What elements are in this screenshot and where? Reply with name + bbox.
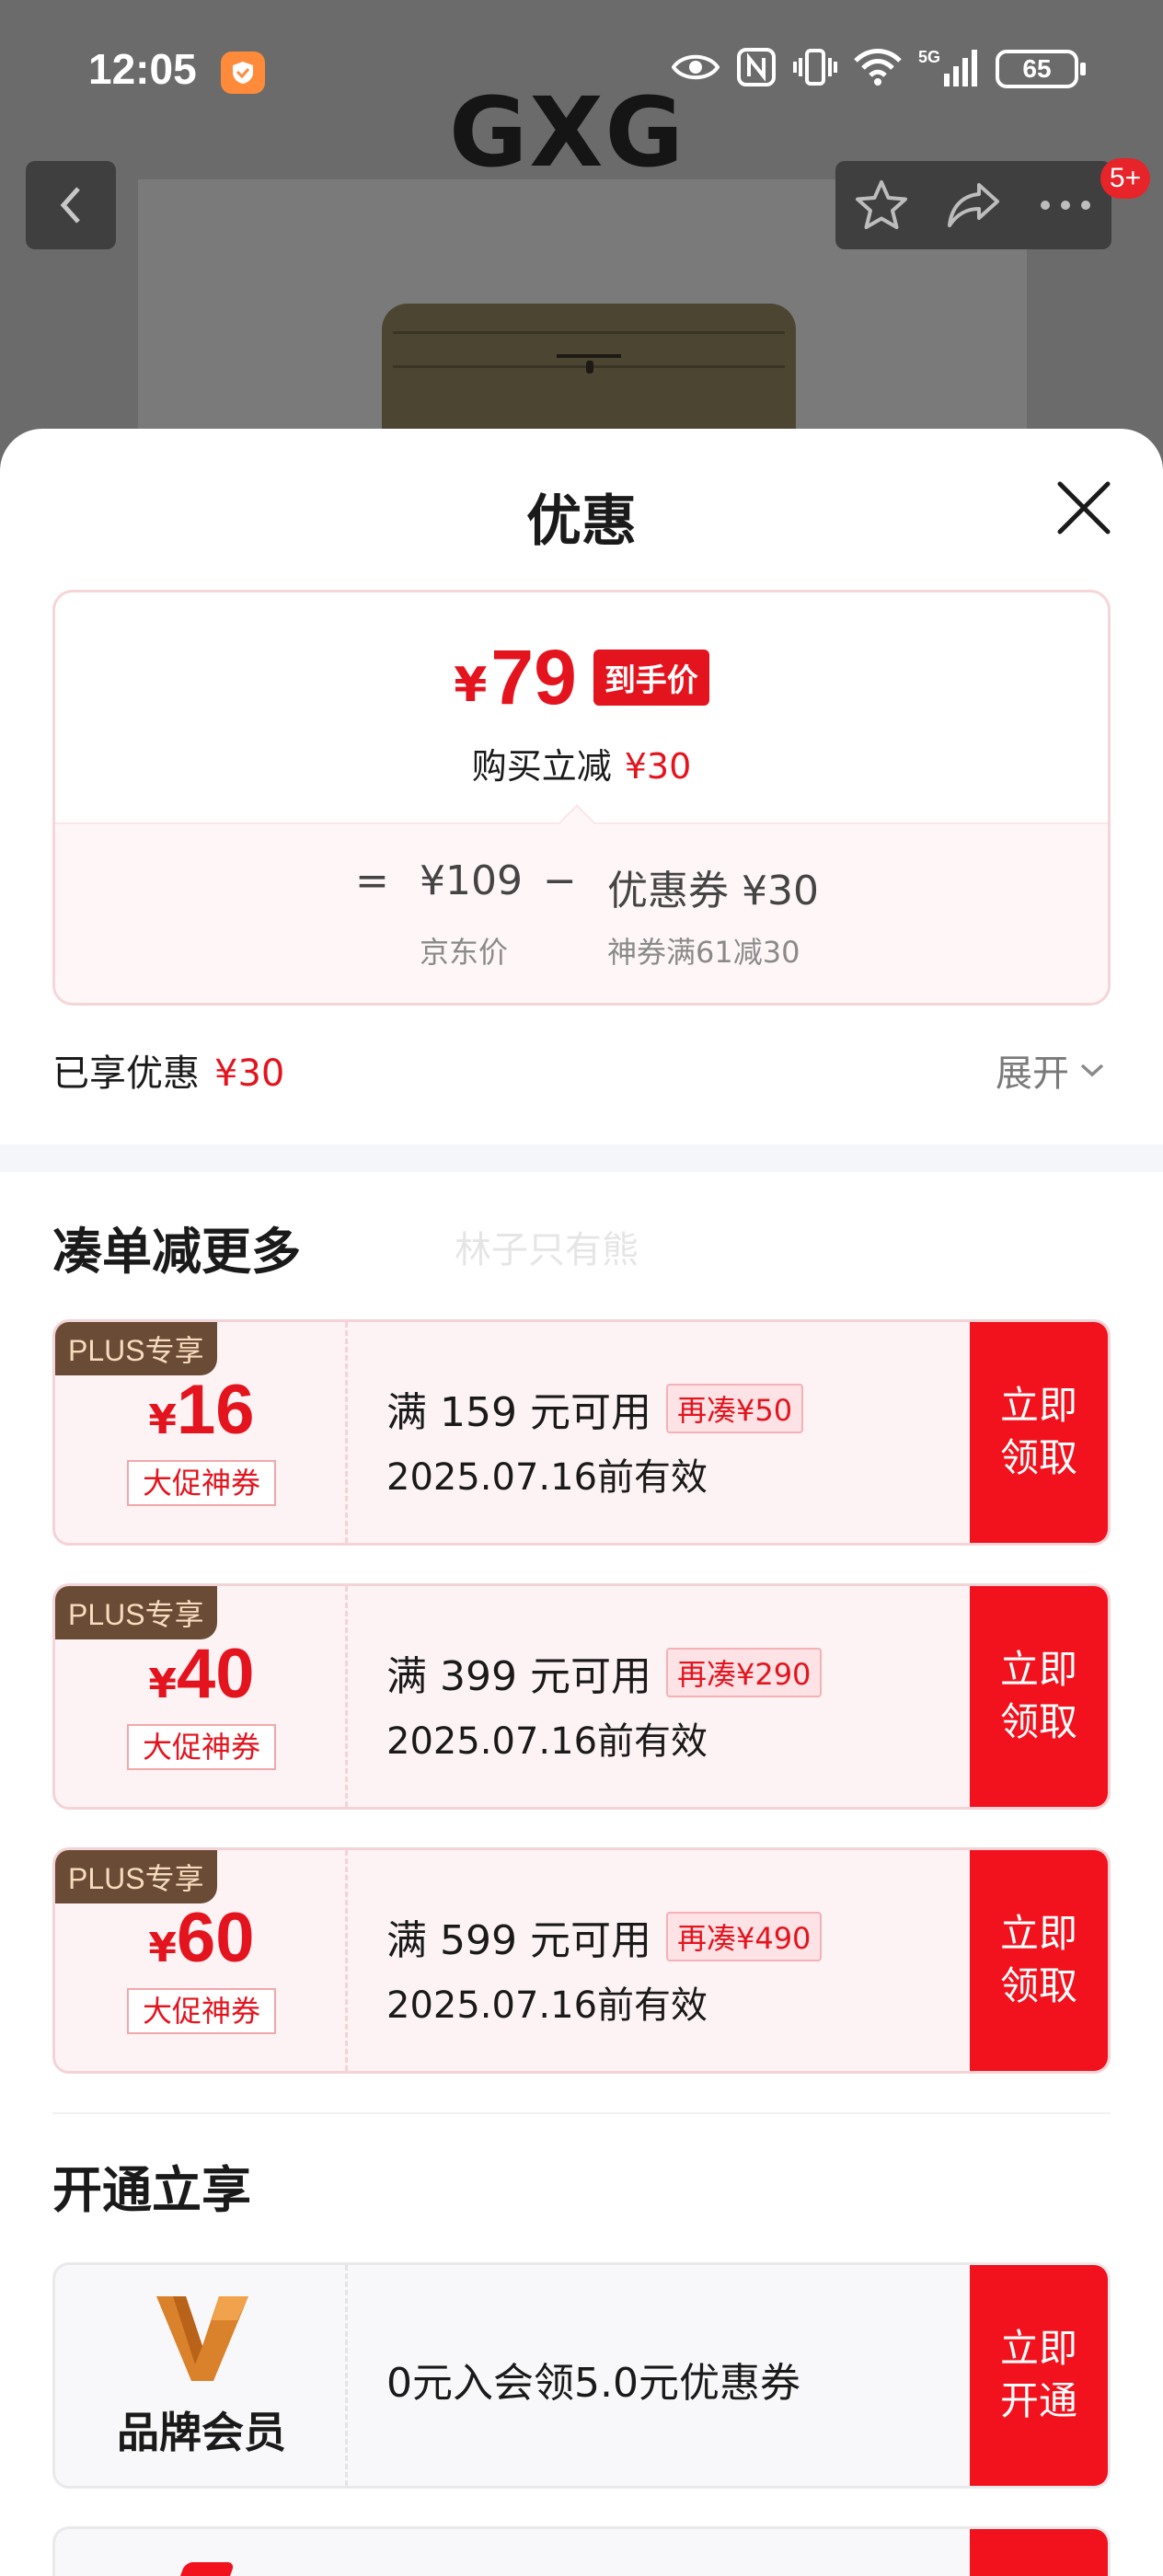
more-button[interactable] (1024, 161, 1107, 249)
final-price: 79 (490, 634, 577, 720)
coupon-type-label: 大促神券 (127, 1724, 276, 1770)
coupon-validity: 2025.07.16前有效 (386, 1720, 708, 1763)
back-button[interactable] (26, 161, 116, 249)
coupon-discount: 优惠券 ¥30 (607, 868, 819, 914)
more-section-title: 凑单减更多 (52, 1223, 301, 1281)
expand-toggle[interactable]: 展开 (996, 1043, 1106, 1097)
coupon-condition: 满 599 元可用 再凑¥490 (386, 1907, 823, 1966)
discount-sheet: 优惠 ¥ 79 到手价 购买立减 ¥30 = ¥109 − 优惠券 ¥30 京东价 (0, 429, 1163, 2576)
share-icon (948, 183, 999, 227)
next-benefit-card (52, 2526, 1111, 2576)
coupon-condition-text: 满 159 元可用 (386, 1389, 651, 1436)
jd-price: ¥109 (420, 857, 523, 904)
next-card-icon (175, 2562, 236, 2576)
coupon-condition-text: 满 399 元可用 (386, 1653, 651, 1700)
battery-icon: 65 (996, 50, 1086, 88)
coupon-condition: 满 399 元可用 再凑¥290 (386, 1643, 823, 1702)
chevron-left-icon (60, 187, 80, 224)
status-icons: 5G 65 (671, 46, 1086, 92)
status-bar: 12:05 5G 65 (0, 0, 1163, 147)
equals-sign: = (355, 857, 389, 904)
star-icon (856, 180, 907, 229)
signal-icon: 5G (918, 46, 979, 92)
coupon-amount-area: PLUS专享 ¥16 大促神券 (55, 1322, 348, 1543)
enjoyed-discount-label: 已享优惠 (52, 1052, 200, 1095)
price-formula-area: = ¥109 − 优惠券 ¥30 京东价 神券满61减30 (55, 822, 1108, 1003)
plus-exclusive-tag: PLUS专享 (55, 1586, 217, 1639)
product-page-background: GXG 12:05 5G 65 5+ (0, 0, 1163, 478)
svg-text:5G: 5G (918, 48, 940, 66)
sheet-title: 优惠 (526, 489, 637, 554)
enjoyed-discount-value: ¥30 (214, 1052, 285, 1095)
coupon-amount-area: PLUS专享 ¥40 大促神券 (55, 1586, 348, 1807)
coupon-condition-label: 神券满61减30 (607, 935, 800, 970)
coupon-amount: ¥60 (148, 1899, 255, 1977)
coupon-amount: ¥16 (148, 1371, 255, 1449)
close-button[interactable] (1049, 473, 1119, 543)
coupon-card: PLUS专享 ¥60 大促神券 满 599 元可用 再凑¥490 2025.07… (52, 1847, 1111, 2074)
next-card-button[interactable] (970, 2529, 1108, 2576)
coupon-amount-area: PLUS专享 ¥60 大促神券 (55, 1850, 348, 2071)
coupon-type-label: 大促神券 (127, 1460, 276, 1506)
brand-member-card: 品牌会员 0元入会领5.0元优惠券 立即 开通 (52, 2262, 1111, 2489)
coupon-type-label: 大促神券 (127, 1988, 276, 2034)
price-breakdown-card: ¥ 79 到手价 购买立减 ¥30 = ¥109 − 优惠券 ¥30 京东价 神券… (52, 590, 1111, 1006)
status-time: 12:05 (88, 45, 197, 93)
final-price-currency: ¥ (454, 658, 488, 713)
close-icon (1057, 481, 1111, 535)
buy-reduction-value: ¥30 (624, 746, 692, 787)
section-separator (52, 2112, 1111, 2114)
open-section-title: 开通立享 (52, 2161, 251, 2219)
member-name: 品牌会员 (117, 2408, 286, 2457)
enjoyed-discount: 已享优惠 ¥30 (52, 1043, 284, 1097)
price-formula: = ¥109 − 优惠券 ¥30 (55, 857, 1108, 914)
minus-sign: − (543, 857, 577, 904)
wifi-icon (854, 48, 902, 90)
app-notification-icon (221, 52, 265, 94)
coupon-extra-tag: 再凑¥490 (665, 1912, 823, 1961)
coupon-condition-text: 满 599 元可用 (386, 1917, 651, 1964)
coupon-amount: ¥40 (148, 1635, 255, 1713)
claim-coupon-button[interactable]: 立即 领取 (970, 1322, 1108, 1543)
top-action-group (835, 161, 1111, 249)
final-price-tag: 到手价 (593, 649, 709, 706)
favorite-button[interactable] (840, 161, 923, 249)
coupon-card: PLUS专享 ¥16 大促神券 满 159 元可用 再凑¥50 2025.07.… (52, 1319, 1111, 1546)
nfc-icon (736, 47, 777, 91)
claim-coupon-button[interactable]: 立即 领取 (970, 1586, 1108, 1807)
expand-label: 展开 (996, 1052, 1069, 1095)
watermark-text: 林子只有熊 (455, 1229, 639, 1271)
share-button[interactable] (932, 161, 1015, 249)
brand-member-logo-icon (156, 2296, 248, 2381)
coupon-validity: 2025.07.16前有效 (386, 1456, 708, 1499)
member-logo-area: 品牌会员 (55, 2265, 348, 2486)
section-divider (0, 1144, 1163, 1172)
open-membership-button[interactable]: 立即 开通 (970, 2265, 1108, 2486)
member-benefit-text: 0元入会领5.0元优惠券 (386, 2360, 800, 2407)
coupon-extra-tag: 再凑¥290 (665, 1648, 823, 1697)
coupon-card: PLUS专享 ¥40 大促神券 满 399 元可用 再凑¥290 2025.07… (52, 1583, 1111, 1810)
buy-reduction-line: 购买立减 ¥30 (55, 738, 1108, 788)
vibrate-icon (793, 47, 837, 91)
notification-badge: 5+ (1100, 158, 1150, 199)
eye-icon (671, 52, 720, 86)
jd-price-label: 京东价 (420, 935, 509, 970)
coupon-condition: 满 159 元可用 再凑¥50 (386, 1379, 804, 1438)
claim-coupon-button[interactable]: 立即 领取 (970, 1850, 1108, 2071)
final-price-area: ¥ 79 到手价 购买立减 ¥30 (55, 592, 1108, 822)
coupon-validity: 2025.07.16前有效 (386, 1984, 708, 2027)
coupon-extra-tag: 再凑¥50 (665, 1384, 804, 1433)
more-dots-icon (1041, 201, 1090, 210)
chevron-down-icon (1080, 1064, 1104, 1077)
plus-exclusive-tag: PLUS专享 (55, 1850, 217, 1903)
buy-reduction-label: 购买立减 (471, 746, 612, 787)
plus-exclusive-tag: PLUS专享 (55, 1322, 217, 1375)
